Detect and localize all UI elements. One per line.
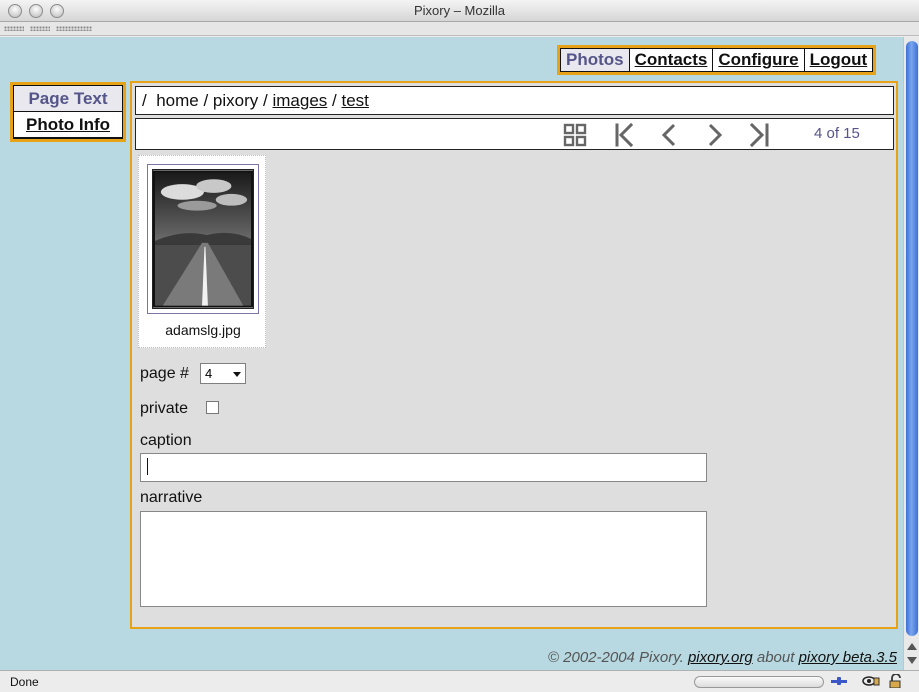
breadcrumb-home: home xyxy=(156,91,199,110)
previous-icon[interactable] xyxy=(656,122,682,148)
photo-thumbnail[interactable] xyxy=(152,169,254,309)
tab-photo-info[interactable]: Photo Info xyxy=(14,112,122,137)
grip-icon[interactable] xyxy=(56,26,92,31)
vertical-scrollbar[interactable] xyxy=(903,37,919,670)
breadcrumb-pixory: pixory xyxy=(212,91,259,110)
private-checkbox[interactable] xyxy=(206,401,219,414)
window-titlebar: Pixory – Mozilla xyxy=(0,0,919,22)
grip-icon[interactable] xyxy=(30,26,50,31)
photo-frame[interactable] xyxy=(147,164,259,314)
breadcrumb-separator: / xyxy=(263,91,268,110)
top-navigation: Photos Contacts Configure Logout xyxy=(557,45,877,75)
breadcrumb-root: / xyxy=(142,91,147,110)
main-panel: / home / pixory / images / test 4 of 15 … xyxy=(130,81,898,629)
breadcrumb-images-link[interactable]: images xyxy=(272,91,327,110)
photo-thumbnail-cell[interactable]: adamslg.jpg xyxy=(138,155,266,348)
photo-toolbar: 4 of 15 xyxy=(135,118,894,150)
scroll-down-icon[interactable] xyxy=(907,657,917,664)
left-navigation: Page Text Photo Info xyxy=(10,82,126,142)
narrative-textarea[interactable] xyxy=(140,511,707,607)
cookie-icon[interactable] xyxy=(862,674,880,688)
tab-page-text[interactable]: Page Text xyxy=(14,86,122,111)
page-footer: © 2002-2004 Pixory. pixory.org about pix… xyxy=(548,649,897,666)
about-text: about xyxy=(756,649,795,666)
window-title: Pixory – Mozilla xyxy=(413,3,506,18)
text-cursor xyxy=(147,458,148,475)
progress-bar xyxy=(694,676,824,688)
first-page-icon[interactable] xyxy=(612,122,638,148)
minimize-window-button[interactable] xyxy=(29,4,43,18)
page-number-select[interactable]: 4 xyxy=(200,363,246,384)
photo-counter: 4 of 15 xyxy=(814,125,860,142)
tab-configure[interactable]: Configure xyxy=(713,49,804,71)
connection-icon[interactable] xyxy=(830,674,848,688)
version-link[interactable]: pixory beta.3.5 xyxy=(799,649,897,666)
close-window-button[interactable] xyxy=(8,4,22,18)
copyright-text: © 2002-2004 Pixory. xyxy=(547,649,684,666)
grid-view-icon[interactable] xyxy=(562,122,588,148)
last-page-icon[interactable] xyxy=(746,122,772,148)
security-lock-icon[interactable] xyxy=(888,674,906,688)
caption-input[interactable] xyxy=(140,453,707,482)
page-viewport: Photos Contacts Configure Logout Page Te… xyxy=(0,37,903,670)
chevron-down-icon xyxy=(233,372,241,377)
narrative-label: narrative xyxy=(140,489,203,506)
breadcrumb-separator: / xyxy=(203,91,209,110)
breadcrumb: / home / pixory / images / test xyxy=(135,86,894,115)
photo-filename: adamslg.jpg xyxy=(165,322,241,338)
page-number-label: page # xyxy=(140,365,189,382)
private-label: private xyxy=(140,400,189,417)
breadcrumb-test-link[interactable]: test xyxy=(342,91,369,110)
tab-photos[interactable]: Photos xyxy=(561,49,629,71)
tab-logout[interactable]: Logout xyxy=(804,49,873,71)
page-number-value: 4 xyxy=(205,366,213,381)
toolbar-strip xyxy=(0,22,919,36)
tab-contacts[interactable]: Contacts xyxy=(629,49,713,71)
scroll-up-icon[interactable] xyxy=(907,643,917,650)
grip-icon[interactable] xyxy=(4,26,24,31)
next-icon[interactable] xyxy=(702,122,728,148)
scrollbar-thumb[interactable] xyxy=(906,41,918,636)
pixory-org-link[interactable]: pixory.org xyxy=(688,649,753,666)
breadcrumb-separator: / xyxy=(332,91,337,110)
zoom-window-button[interactable] xyxy=(50,4,64,18)
status-text: Done xyxy=(10,675,39,689)
caption-label: caption xyxy=(140,432,192,449)
